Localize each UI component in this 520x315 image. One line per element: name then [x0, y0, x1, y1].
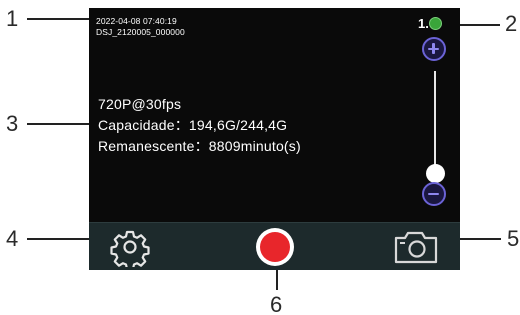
date-time: 2022-04-08 07:40:19	[96, 16, 177, 26]
callout-5: 5	[507, 226, 520, 251]
snapshot-button[interactable]	[390, 223, 442, 270]
callout-3-line	[27, 123, 89, 125]
timestamp-overlay: 2022-04-08 07:40:19 DSJ_2120005_000000	[96, 16, 185, 38]
record-icon	[256, 228, 294, 266]
zoom-badge-icon	[429, 17, 442, 30]
callout-2: 2	[505, 11, 518, 36]
camera-screen: 2022-04-08 07:40:19 DSJ_2120005_000000 1…	[89, 8, 460, 270]
record-button[interactable]	[252, 223, 298, 270]
callout-6: 6	[270, 292, 283, 315]
zoom-slider-track[interactable]	[434, 71, 436, 174]
callout-4: 4	[6, 226, 19, 251]
recording-info: 720P@30fps Capacidade：194,6G/244,4G Rema…	[98, 94, 301, 157]
callout-3: 3	[6, 111, 19, 136]
callout-1: 1	[6, 6, 19, 31]
zoom-out-button[interactable]	[422, 182, 446, 206]
zoom-slider-thumb[interactable]	[425, 164, 445, 183]
remaining-text: Remanescente：8809minuto(s)	[98, 138, 301, 154]
resolution-text: 720P@30fps	[98, 96, 182, 112]
bottom-toolbar	[89, 222, 460, 270]
settings-button[interactable]	[107, 223, 153, 270]
record-dot	[260, 232, 290, 262]
gear-icon	[110, 230, 150, 267]
file-name: DSJ_2120005_000000	[96, 27, 185, 37]
zoom-in-button[interactable]	[422, 37, 446, 61]
capacity-text: Capacidade：194,6G/244,4G	[98, 117, 288, 133]
camera-icon	[394, 231, 438, 264]
callout-1-line	[27, 18, 93, 20]
